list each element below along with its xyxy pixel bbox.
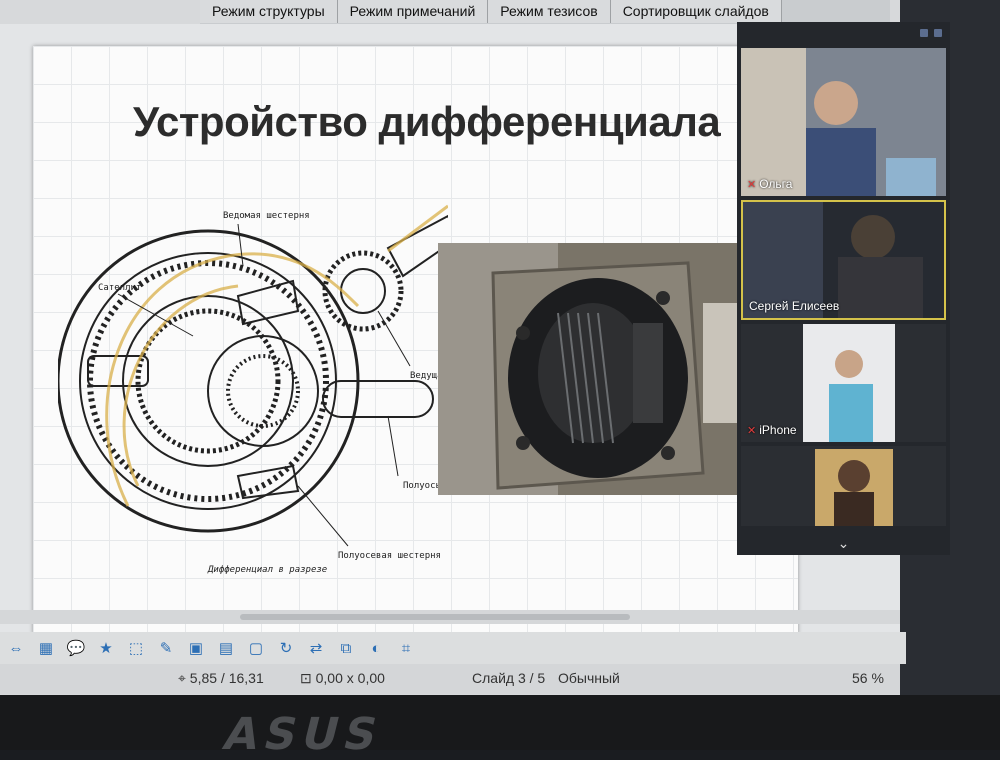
differential-diagram: Ведомая шестерня Сателлит Ведущая шестер… — [58, 204, 448, 575]
video-feed-avatar — [741, 446, 946, 526]
crop-icon[interactable]: ⌗ — [396, 638, 416, 658]
participant-tile-active[interactable]: Сергей Елисеев — [741, 200, 946, 320]
slide-canvas[interactable]: Устройство дифференциала Ведомая шестерн… — [33, 46, 798, 634]
diagram-caption: Дифференциал в разрезе — [207, 565, 327, 575]
layout-name: Обычный — [558, 670, 620, 686]
participant-name: ✕ iPhone — [747, 423, 797, 437]
participant-tile[interactable]: ✕ Ольга — [741, 48, 946, 196]
callout-icon[interactable]: 💬 — [66, 638, 86, 658]
rotate-icon[interactable]: ↻ — [276, 638, 296, 658]
label-satellite: Сателлит — [98, 283, 141, 293]
tab-outline[interactable]: Режим структуры — [200, 0, 338, 23]
movie-icon[interactable]: ▢ — [246, 638, 266, 658]
position-readout: ⌖ 5,85 / 16,31 — [178, 670, 264, 686]
mic-muted-icon: ✕ — [747, 425, 757, 437]
participant-tile[interactable] — [741, 446, 946, 526]
slide-title[interactable]: Устройство дифференциала — [133, 98, 721, 146]
scroll-thumb[interactable] — [240, 614, 630, 620]
rectangle-icon[interactable]: ▦ — [36, 638, 56, 658]
arrange-icon[interactable]: ⧉ — [336, 638, 356, 658]
flip-icon[interactable]: ⇄ — [306, 638, 326, 658]
laptop-bezel: ASUS — [0, 695, 1000, 760]
video-feed-olga — [741, 48, 946, 196]
laptop-screen: Режим структуры Режим примечаний Режим т… — [0, 0, 1000, 705]
participant-name: Сергей Елисеев — [749, 299, 840, 313]
label-half-shaft: Полуось — [403, 481, 441, 491]
participant-tile[interactable]: ✕ iPhone — [741, 324, 946, 442]
video-participants-panel: ✕ Ольга Сергей Елисеев ✕ iPhone ⌄ — [737, 22, 950, 555]
points-icon[interactable]: ⬚ — [126, 638, 146, 658]
chevron-down-icon[interactable]: ⌄ — [737, 535, 950, 555]
drawing-toolbar: ⇔ ▦ 💬 ★ ⬚ ✎ ▣ ▤ ▢ ↻ ⇄ ⧉ ◐ ⌗ — [0, 632, 906, 664]
brand-logo: ASUS — [218, 709, 389, 760]
label-driven-gear: Ведомая шестерня — [223, 211, 310, 221]
shadow-icon[interactable]: ◐ — [366, 638, 386, 658]
horizontal-scrollbar[interactable] — [0, 610, 900, 624]
minimize-icon[interactable] — [920, 29, 928, 37]
star-icon[interactable]: ★ — [96, 638, 116, 658]
tab-handout[interactable]: Режим тезисов — [488, 0, 611, 23]
label-side-gear: Полуосевая шестерня — [338, 551, 441, 561]
tab-notes[interactable]: Режим примечаний — [337, 0, 489, 23]
image-icon[interactable]: ▣ — [186, 638, 206, 658]
panel-controls — [737, 22, 950, 44]
size-readout: ⊡ 0,00 x 0,00 — [300, 670, 385, 686]
slide-counter: Слайд 3 / 5 — [472, 670, 546, 686]
pen-icon[interactable]: ✎ — [156, 638, 176, 658]
zoom-level[interactable]: 56 % — [852, 670, 884, 686]
tab-slide-sorter[interactable]: Сортировщик слайдов — [610, 0, 782, 23]
arrows-icon[interactable]: ⇔ — [6, 638, 26, 658]
participant-name: ✕ Ольга — [747, 177, 793, 191]
chart-icon[interactable]: ▤ — [216, 638, 236, 658]
mic-muted-icon: ✕ — [747, 179, 757, 191]
status-bar: ⌖ 5,85 / 16,31 ⊡ 0,00 x 0,00 Слайд 3 / 5… — [0, 664, 900, 694]
layout-icon[interactable] — [934, 29, 942, 37]
differential-photo — [438, 243, 743, 495]
